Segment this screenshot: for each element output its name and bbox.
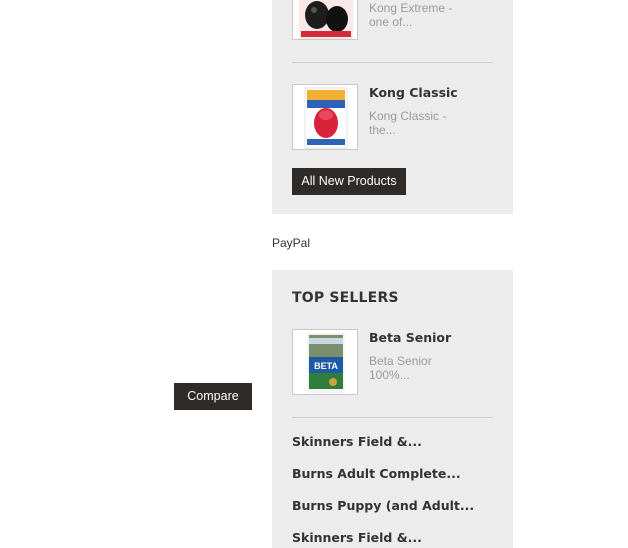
new-products-block: Kong Extreme - one of... Kong Classic Ko… xyxy=(272,0,513,214)
description-line: 100%... xyxy=(369,368,410,382)
product-thumbnail-kong-classic[interactable] xyxy=(292,84,358,150)
description-line: Beta Senior xyxy=(369,354,432,368)
top-seller-link[interactable]: Skinners Field &... xyxy=(292,530,422,545)
product-item-beta-senior: BETA Beta Senior Beta Senior 100%... xyxy=(292,329,493,397)
top-seller-link[interactable]: Skinners Field &... xyxy=(292,434,422,449)
product-name-link[interactable]: Kong Classic xyxy=(369,85,458,100)
product-description: Kong Classic - the... xyxy=(369,109,479,137)
product-description: Beta Senior 100%... xyxy=(369,354,479,382)
description-line: Kong Classic - xyxy=(369,109,447,123)
top-seller-link[interactable]: Burns Adult Complete... xyxy=(292,466,461,481)
beta-senior-image: BETA xyxy=(307,333,345,393)
top-sellers-title: TOP SELLERS xyxy=(292,290,399,306)
top-seller-link[interactable]: Burns Puppy (and Adult... xyxy=(292,498,474,513)
kong-classic-image xyxy=(304,87,348,149)
compare-button[interactable]: Compare xyxy=(174,383,252,410)
svg-text:BETA: BETA xyxy=(314,361,338,371)
product-description: Kong Extreme - one of... xyxy=(369,1,479,29)
top-sellers-block: TOP SELLERS BETA Beta Senior Beta Senior… xyxy=(272,270,513,548)
divider xyxy=(292,417,493,418)
description-line: Kong Extreme - xyxy=(369,1,453,15)
product-item-kong-extreme: Kong Extreme - one of... xyxy=(292,0,493,42)
page: Kong Extreme - one of... Kong Classic Ko… xyxy=(0,0,628,548)
divider xyxy=(292,62,493,63)
product-name-link[interactable]: Beta Senior xyxy=(369,330,451,345)
paypal-label: PayPal xyxy=(272,236,311,250)
product-thumbnail-beta-senior[interactable]: BETA xyxy=(292,329,358,395)
product-item-kong-classic: Kong Classic Kong Classic - the... xyxy=(292,84,493,152)
description-line: the... xyxy=(369,123,396,137)
description-line: one of... xyxy=(369,15,413,29)
all-new-products-button[interactable]: All New Products xyxy=(292,168,406,195)
product-thumbnail-kong-extreme[interactable] xyxy=(292,0,358,40)
kong-extreme-image xyxy=(299,0,353,39)
